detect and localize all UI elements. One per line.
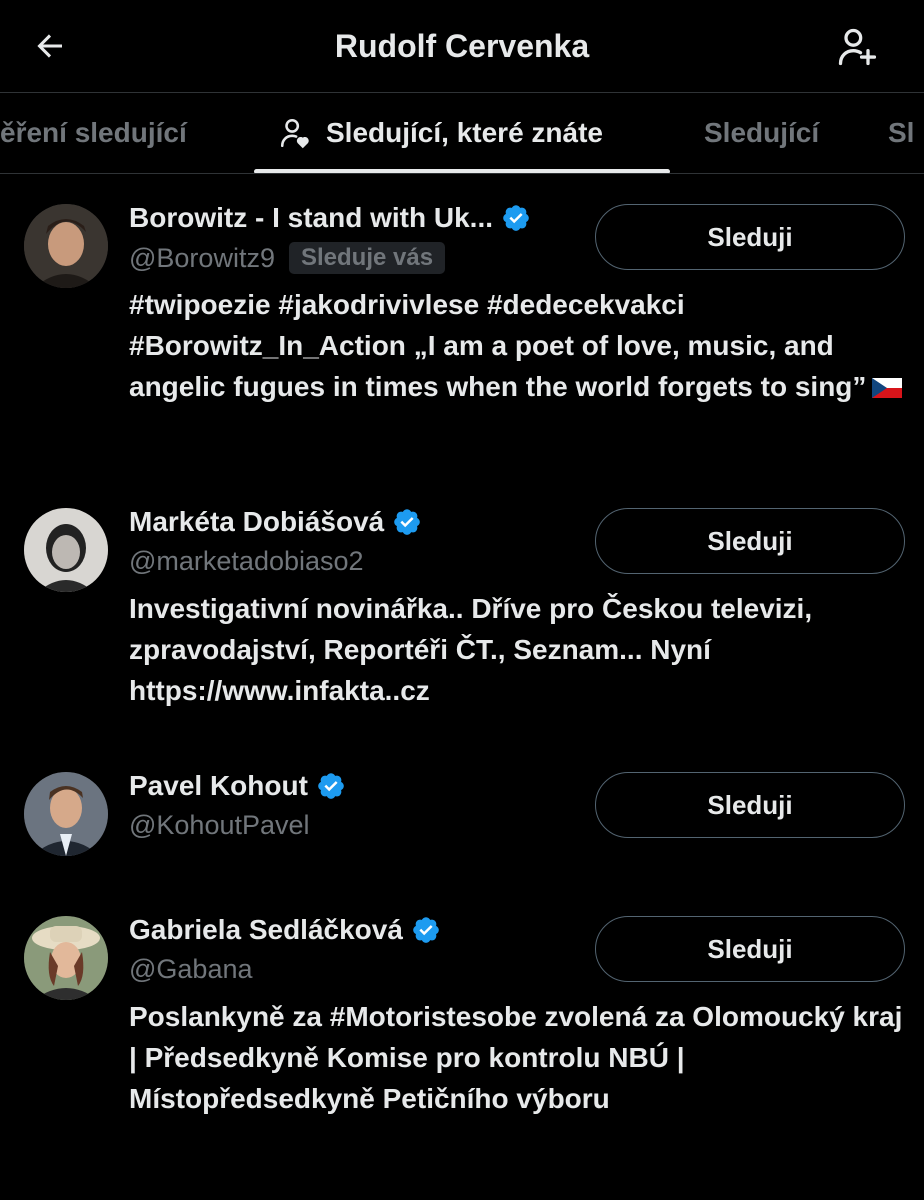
tab-label: Sl [888,117,915,148]
tab-label: ěření sledující [0,117,187,148]
follow-button[interactable]: Sleduji [595,508,905,574]
user-bio: Investigativní novinářka.. Dříve pro Čes… [129,593,813,706]
tab-followers[interactable]: Sledující [704,93,819,173]
user-handle: @marketadobiaso2 [129,546,364,576]
follow-button[interactable]: Sleduji [595,916,905,982]
user-handle-row: @Gabana [129,954,253,985]
user-bio: Poslankyně za #Motoristesobe zvolená za … [129,1001,903,1114]
user-name-row: Markéta Dobiášová [129,506,422,538]
avatar[interactable] [24,916,108,1000]
verified-badge-icon [392,507,422,537]
user-name: Pavel Kohout [129,770,308,801]
user-name: Markéta Dobiášová [129,506,385,537]
user-name-row: Pavel Kohout [129,770,346,802]
person-heart-icon [278,116,312,150]
tab-label: Sledující, které znáte [326,117,603,148]
user-name-row: Gabriela Sedláčková [129,914,441,946]
person-add-icon [838,28,877,66]
tab-bar: ěření sledující Sledující, které znáte S… [0,92,924,174]
page-title: Rudolf Cervenka [334,28,590,64]
follows-you-badge: Sleduje vás [288,242,446,274]
tab-following[interactable]: Sl [888,93,914,173]
verified-badge-icon [411,915,441,945]
tab-label: Sledující [704,117,820,148]
user-handle-row: @marketadobiaso2 [129,546,364,577]
header: Rudolf Cervenka [0,0,924,92]
user-handle: @Borowitz9 [129,242,275,273]
verified-badge-icon [501,203,531,233]
user-bio: #twipoezie #jakodrivivlese #dedecekvakci… [129,284,909,409]
user-name-row: Borowitz - I stand with Uk... [129,202,531,234]
follow-button[interactable]: Sleduji [595,204,905,270]
avatar[interactable] [24,204,108,288]
tab-verified-followers[interactable]: ěření sledující [0,93,187,173]
avatar[interactable] [24,508,108,592]
user-name: Borowitz - I stand with Uk... [129,202,493,233]
user-name: Gabriela Sedláčková [129,914,403,945]
user-handle-row: @KohoutPavel [129,810,310,841]
avatar[interactable] [24,772,108,856]
user-handle: @Gabana [129,954,253,984]
user-bio-text: #twipoezie #jakodrivivlese #dedecekvakci… [129,289,867,402]
user-handle: @KohoutPavel [129,810,310,840]
tab-followers-you-know[interactable]: Sledující, které znáte [278,93,603,173]
add-user-button[interactable] [832,22,882,72]
verified-badge-icon [316,771,346,801]
active-tab-indicator [254,169,670,173]
user-handle-row: @Borowitz9 Sleduje vás [129,242,446,274]
follow-button[interactable]: Sleduji [595,772,905,838]
czech-flag-icon [872,368,903,409]
